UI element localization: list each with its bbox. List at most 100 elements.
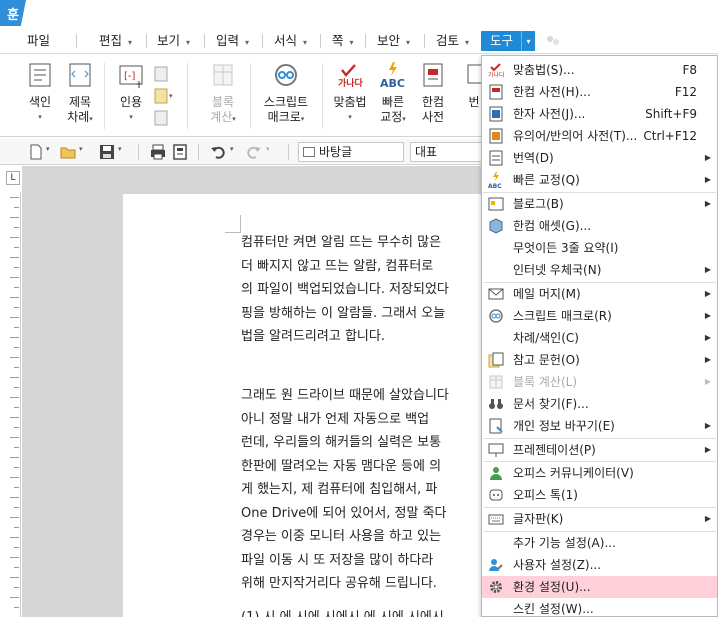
open-folder-icon[interactable] xyxy=(60,144,76,160)
font-select[interactable]: 대표 xyxy=(410,142,484,162)
share-icon[interactable] xyxy=(545,34,561,48)
text-line: 한판에 딸려오는 자동 맴다운 등에 의 xyxy=(241,458,442,474)
print-icon[interactable] xyxy=(150,144,166,160)
menu-item-thesaurus[interactable]: 유의어/반의어 사전(T)... Ctrl+F12 xyxy=(482,125,717,147)
chevron-down-icon[interactable]: ▾ xyxy=(79,145,83,153)
text-line: 게 했는지, 제 컴퓨터에 침입해서, 파 xyxy=(241,482,438,497)
toc-button[interactable]: 제목 차례▾ xyxy=(62,61,98,127)
index-button[interactable]: 색인 ▾ xyxy=(22,61,58,125)
block-calc-button: 블록 계산▾ xyxy=(205,61,241,127)
menu-item-script-macro[interactable]: 스크립트 매크로(R) ▶ xyxy=(482,305,717,327)
menu-item-office-communicator[interactable]: 오피스 커뮤니케이터(V) xyxy=(482,462,717,484)
style-icon xyxy=(303,147,315,157)
menu-item-hancom-dictionary[interactable]: 한컴 사전(H)... F12 xyxy=(482,81,717,103)
menu-item-references[interactable]: 참고 문헌(O) ▶ xyxy=(482,349,717,371)
menu-item-office-talk[interactable]: 오피스 톡(1) xyxy=(482,484,717,506)
hancom-dictionary-button[interactable]: 한컴 사전 xyxy=(416,61,450,125)
menu-file[interactable]: 파일 xyxy=(27,31,50,51)
submenu-arrow-icon: ▶ xyxy=(704,311,711,320)
menu-item-mail-merge[interactable]: 메일 머지(M) ▶ xyxy=(482,283,717,305)
menu-item-translate[interactable]: 번역(D) ▶ xyxy=(482,147,717,169)
hanja-dictionary-icon xyxy=(489,106,503,122)
menu-item-hancom-asset[interactable]: 한컴 애셋(G)... xyxy=(482,215,717,237)
asset-icon xyxy=(489,218,503,234)
dictionary-icon xyxy=(419,61,447,89)
presentation-icon xyxy=(488,443,504,457)
print-preview-icon[interactable] xyxy=(172,144,188,160)
chevron-down-icon[interactable]: ▾ xyxy=(230,145,234,153)
paragraph[interactable]: 컴퓨터만 켜면 알림 뜨는 무수히 많은 더 빠지지 않고 뜨는 알람, 컴퓨터… xyxy=(241,231,449,349)
dictionary-icon xyxy=(489,84,503,100)
gear-icon xyxy=(490,581,502,593)
reference-icon xyxy=(488,352,504,368)
submenu-arrow-icon: ▶ xyxy=(704,355,711,364)
menu-tools[interactable]: 도구 xyxy=(481,31,523,51)
style-select[interactable]: 바탕글 xyxy=(298,142,404,162)
paragraph[interactable]: 그래도 원 드라이브 때문에 살았습니다 아니 정말 내가 언제 자동으로 백업… xyxy=(241,384,449,596)
submenu-arrow-icon: ▶ xyxy=(704,175,711,184)
save-icon[interactable] xyxy=(99,144,115,160)
text-line: 그래도 원 드라이브 때문에 살았습니다 xyxy=(241,388,449,403)
undo-icon[interactable] xyxy=(210,144,226,160)
menu-item-presentation[interactable]: 프레젠테이션(P) ▶ xyxy=(482,439,717,461)
chevron-down-icon[interactable]: ▾ xyxy=(46,145,50,153)
menu-view[interactable]: 보기 ▾ xyxy=(157,31,190,51)
menu-insert[interactable]: 입력 ▾ xyxy=(216,31,249,51)
new-document-icon[interactable] xyxy=(28,144,44,160)
tools-dropdown-menu: 가나다 맞춤법(S)... F8 한컴 사전(H)... F12 한자 사전(J).… xyxy=(481,55,718,617)
paragraph[interactable]: (1) 시 에 시에 시에시 에 시에 시에시 xyxy=(241,606,444,617)
menu-item-keyboard[interactable]: 글자판(K) ▶ xyxy=(482,508,717,530)
svg-text:[-]: [-] xyxy=(124,71,136,82)
vertical-ruler[interactable] xyxy=(5,192,21,617)
index-icon xyxy=(26,61,54,89)
menu-item-blog[interactable]: 블로그(B) ▶ xyxy=(482,193,717,215)
script-macro-button[interactable]: 스크립트 매크로▾ xyxy=(260,61,312,127)
menu-item-quick-correct[interactable]: ABC 빠른 교정(Q) ▶ xyxy=(482,169,717,191)
thesaurus-icon xyxy=(489,128,503,144)
office-talk-icon xyxy=(489,489,503,501)
script-macro-icon xyxy=(489,309,503,323)
block-calc-icon xyxy=(489,375,503,389)
redo-icon[interactable] xyxy=(246,144,262,160)
menu-format[interactable]: 서식 ▾ xyxy=(274,31,307,51)
chevron-down-icon[interactable]: ▾ xyxy=(521,31,535,51)
translate-icon xyxy=(466,61,483,89)
text-line: 런데, 우리들의 해커들의 실력은 보통 xyxy=(241,435,442,450)
quick-correct-icon: ABC xyxy=(379,61,407,90)
menu-item-user-settings[interactable]: 사용자 설정(Z)... xyxy=(482,554,717,576)
menu-item-preferences[interactable]: 환경 설정(U)... xyxy=(482,576,717,598)
menu-item-internet-post[interactable]: 인터넷 우체국(N) ▶ xyxy=(482,259,717,281)
blog-icon xyxy=(488,197,504,211)
submenu-arrow-icon: ▶ xyxy=(704,333,711,342)
chevron-down-icon: ▾ xyxy=(303,38,308,47)
text-line: 더 빠지지 않고 뜨는 알람, 컴퓨터로 xyxy=(241,258,434,274)
app-logo: 훈 xyxy=(0,0,26,26)
spellcheck-icon: 가나다 xyxy=(488,63,504,78)
submenu-arrow-icon: ▶ xyxy=(704,421,711,430)
menu-item-find-document[interactable]: 문서 찾기(F)... xyxy=(482,393,717,415)
chevron-down-icon[interactable]: ▾ xyxy=(118,145,122,153)
menu-review[interactable]: 검토 ▾ xyxy=(436,31,469,51)
text-line: 파일 이동 시 또 저장을 많이 하다라 xyxy=(241,552,434,568)
menu-item-spellcheck[interactable]: 가나다 맞춤법(S)... F8 xyxy=(482,59,717,81)
menu-item-addon-settings[interactable]: 추가 기능 설정(A)... xyxy=(482,532,717,554)
mail-merge-icon xyxy=(488,288,504,300)
citation-button[interactable]: [-] 인용 ▾ xyxy=(113,61,149,125)
text-line: (1) 시 에 시에 시에시 에 시에 시에시 xyxy=(241,606,444,617)
menu-item-block-calc: 블록 계산(L) ▶ xyxy=(482,371,717,393)
menu-edit[interactable]: 편집 ▾ xyxy=(99,31,132,51)
menu-security[interactable]: 보안 ▾ xyxy=(377,31,410,51)
svg-text:▾: ▾ xyxy=(169,92,173,100)
quick-correct-button[interactable]: ABC 빠른 교정▾ xyxy=(375,61,411,127)
menu-item-skin-settings[interactable]: 스킨 설정(W)... xyxy=(482,598,717,617)
user-settings-icon xyxy=(489,559,503,571)
ruler-corner[interactable]: L xyxy=(6,171,20,185)
menu-item-3line-summary[interactable]: 무엇이든 3줄 요약(I) xyxy=(482,237,717,259)
citation-tools-icon[interactable]: ▾ xyxy=(152,65,174,131)
spell-check-button[interactable]: 가나다 맞춤법 ▾ xyxy=(330,61,370,125)
menu-page[interactable]: 쪽 ▾ xyxy=(332,31,354,51)
menu-item-privacy[interactable]: 개인 정보 바꾸기(E) ▶ xyxy=(482,415,717,437)
menu-item-toc-index[interactable]: 차례/색인(C) ▶ xyxy=(482,327,717,349)
menu-item-hanja-dictionary[interactable]: 한자 사전(J)... Shift+F9 xyxy=(482,103,717,125)
text-line: 핑을 방해하는 이 알람들. 그래서 오늘 xyxy=(241,305,446,321)
